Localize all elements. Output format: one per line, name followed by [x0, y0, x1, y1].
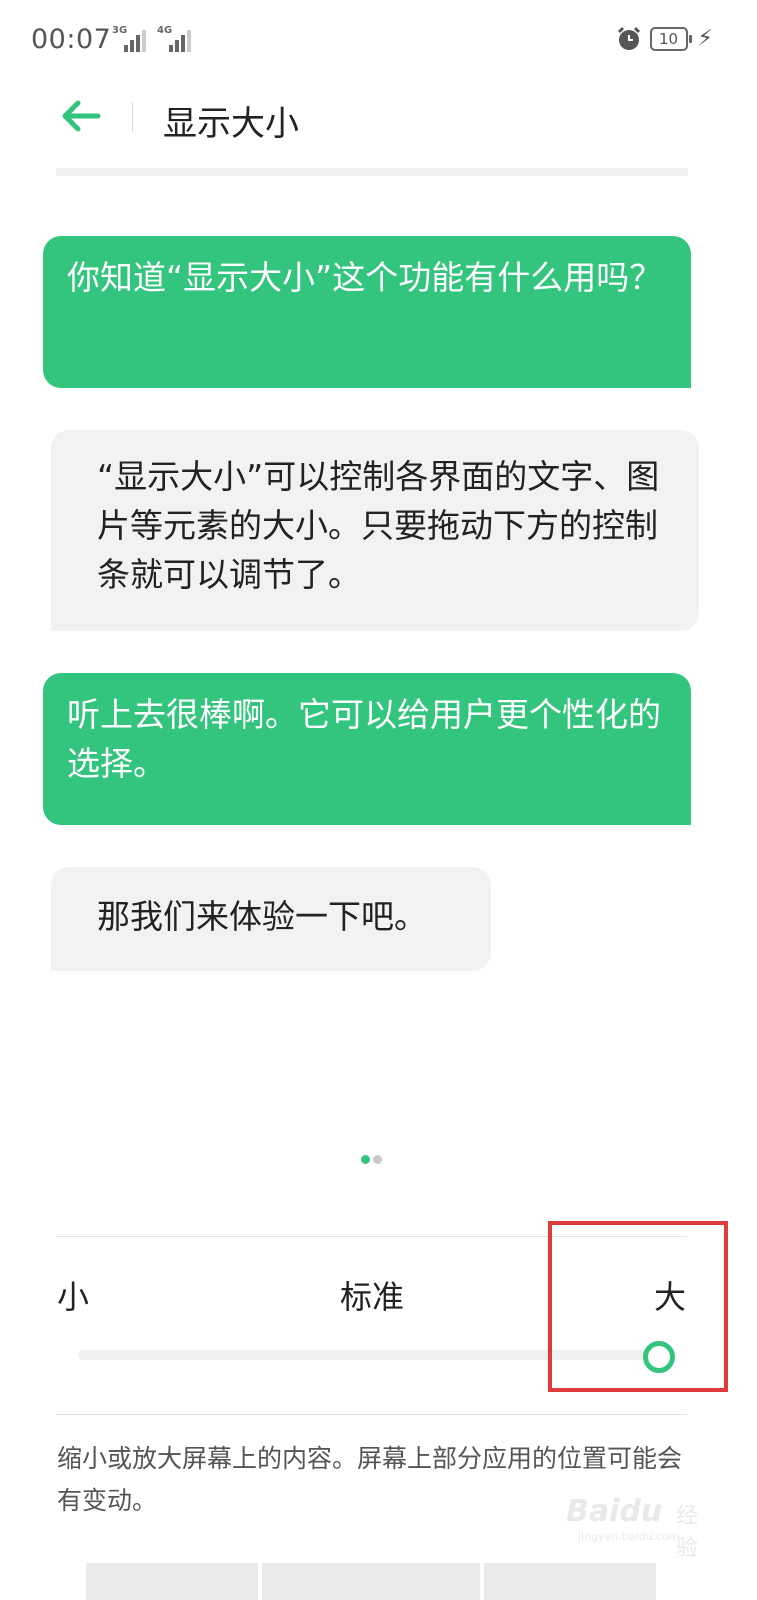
- bottom-button[interactable]: [484, 1563, 656, 1600]
- battery-icon: 10: [649, 27, 692, 51]
- watermark-cn: 经验: [676, 1504, 699, 1561]
- back-button[interactable]: [58, 94, 104, 138]
- app-header: 显示大小: [0, 84, 757, 164]
- signal-3g-icon: 3G: [112, 25, 146, 52]
- page-dot[interactable]: [372, 1155, 382, 1164]
- alarm-icon: [616, 26, 642, 52]
- annotation-highlight-box: [548, 1221, 728, 1392]
- chat-bubble-left: “显示大小”可以控制各界面的文字、图片等元素的大小。只要拖动下方的控制条就可以调…: [51, 430, 699, 631]
- status-bar: 00:07 3G 4G 10 ⚡: [0, 0, 757, 84]
- status-right-group: 10 ⚡: [616, 26, 713, 52]
- charging-icon: ⚡: [697, 26, 713, 51]
- signal-type-label: 4G: [157, 25, 173, 36]
- status-time: 00:07: [31, 24, 112, 55]
- size-label-small[interactable]: 小: [57, 1272, 89, 1318]
- back-arrow-icon: [62, 100, 101, 132]
- watermark-brand: Baidu: [566, 1494, 663, 1529]
- page-dot-active[interactable]: [360, 1155, 370, 1164]
- size-label-standard[interactable]: 标准: [340, 1272, 404, 1318]
- bottom-button[interactable]: [262, 1563, 480, 1600]
- signal-4g-icon: 4G: [157, 25, 191, 52]
- preview-top-edge: [56, 168, 688, 176]
- divider: [55, 1414, 687, 1415]
- page-indicator: [0, 1155, 757, 1167]
- baidu-watermark: Baidu 经验 jingyan.baidu.com: [566, 1494, 716, 1561]
- chat-bubble-right: 听上去很棒啊。它可以给用户更个性化的选择。: [43, 673, 691, 825]
- header-divider: [132, 102, 133, 132]
- chat-bubble-left: 那我们来体验一下吧。: [51, 867, 491, 971]
- signal-type-label: 3G: [112, 25, 128, 36]
- watermark-url: jingyan.baidu.com: [578, 1530, 680, 1543]
- bottom-button[interactable]: [86, 1563, 258, 1600]
- chat-bubble-right: 你知道“显示大小”这个功能有什么用吗？: [43, 236, 691, 388]
- page-title: 显示大小: [163, 104, 299, 144]
